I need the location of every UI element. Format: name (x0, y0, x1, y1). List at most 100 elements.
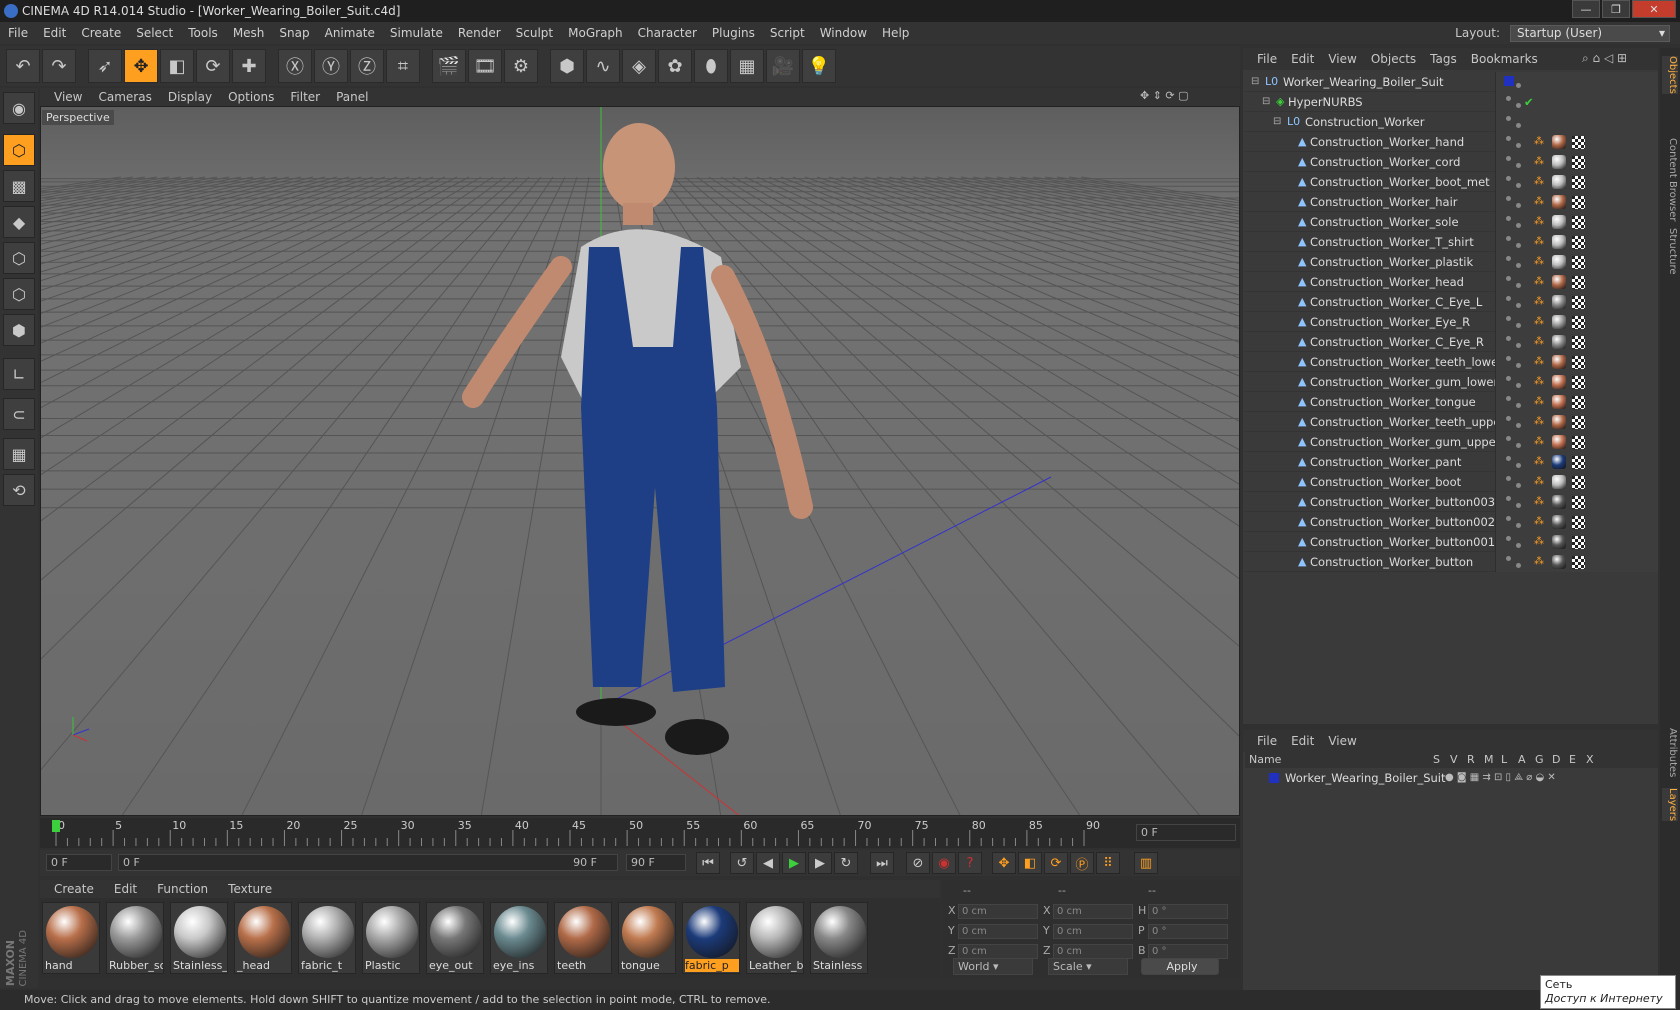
menu-mograph[interactable]: MoGraph (568, 26, 623, 40)
end-frame-field[interactable]: 90 F (626, 854, 686, 871)
material-tag-icon[interactable] (1552, 435, 1566, 449)
render-visibility-icon[interactable] (1516, 223, 1521, 228)
layer-col-l[interactable]: L (1501, 752, 1507, 768)
viewport-perspective[interactable] (40, 106, 1240, 816)
object-row[interactable]: ▲ Construction_Worker_boot_met ⁂ (1245, 172, 1658, 192)
render-visibility-icon[interactable] (1516, 183, 1521, 188)
phong-tag-icon[interactable]: ⁂ (1534, 412, 1544, 432)
editor-visibility-icon[interactable] (1506, 396, 1511, 401)
viewport-menu-view[interactable]: View (54, 90, 82, 104)
material-swatch[interactable]: Stainless (810, 902, 868, 974)
next-frame-button[interactable]: ▶ (808, 852, 832, 874)
menu-sculpt[interactable]: Sculpt (516, 26, 553, 40)
next-key-button[interactable]: ↻ (834, 852, 858, 874)
phong-tag-icon[interactable]: ⁂ (1534, 452, 1544, 472)
phong-tag-icon[interactable]: ⁂ (1534, 472, 1544, 492)
layer-menu-file[interactable]: File (1257, 734, 1277, 748)
side-tab-content-browser[interactable]: Content Browser (1662, 138, 1678, 221)
keyframe-selection-button[interactable]: ? (958, 852, 982, 874)
render-visibility-icon[interactable] (1516, 543, 1521, 548)
material-swatch[interactable]: eye_ins (490, 902, 548, 974)
render-visibility-icon[interactable] (1516, 523, 1521, 528)
range-slider[interactable]: 0 F 90 F (118, 854, 618, 871)
object-row[interactable]: ▲ Construction_Worker_button002 ⁂ (1245, 512, 1658, 532)
render-visibility-icon[interactable] (1516, 303, 1521, 308)
object-row[interactable]: ▲ Construction_Worker_hair ⁂ (1245, 192, 1658, 212)
material-tag-icon[interactable] (1552, 455, 1566, 469)
material-tag-icon[interactable] (1552, 475, 1566, 489)
object-row[interactable]: ⊟ L0 Construction_Worker (1245, 112, 1658, 132)
texture-tag-icon[interactable] (1572, 556, 1585, 569)
polygons-mode-button[interactable]: ⬢ (3, 314, 35, 346)
viewport-menu-options[interactable]: Options (228, 90, 274, 104)
timeline-window-button[interactable]: ▥ (1134, 852, 1158, 874)
texture-tag-icon[interactable] (1572, 536, 1585, 549)
phong-tag-icon[interactable]: ⁂ (1534, 312, 1544, 332)
apply-button[interactable]: Apply (1141, 958, 1219, 975)
menu-animate[interactable]: Animate (325, 26, 375, 40)
texture-tag-icon[interactable] (1572, 496, 1585, 509)
layer-flag-icons[interactable]: ● ◙ ▦ ⇉ ⊡ ▯ ⟁ ⌀ ◒ ✕ (1445, 769, 1556, 787)
object-row[interactable]: ▲ Construction_Worker_button001 ⁂ (1245, 532, 1658, 552)
record-rotation-button[interactable]: ⟳ (1044, 852, 1068, 874)
layer-col-r[interactable]: R (1467, 752, 1475, 768)
expand-toggle-icon[interactable]: ⊟ (1273, 112, 1281, 132)
workplane-lock-button[interactable]: ▦ (3, 438, 35, 470)
texture-tag-icon[interactable] (1572, 456, 1585, 469)
layer-row[interactable]: Worker_Wearing_Boiler_Suit ● ◙ ▦ ⇉ ⊡ ▯ ⟁… (1245, 769, 1658, 787)
object-menu-edit[interactable]: Edit (1291, 52, 1314, 66)
z-axis-lock-button[interactable]: Ⓩ (350, 49, 384, 83)
previous-key-button[interactable]: ↺ (730, 852, 754, 874)
texture-tag-icon[interactable] (1572, 516, 1585, 529)
coord-value-field[interactable]: 0 ° (1148, 904, 1228, 919)
editor-visibility-icon[interactable] (1506, 216, 1511, 221)
menu-create[interactable]: Create (81, 26, 121, 40)
render-view-button[interactable]: 🎬 (432, 49, 466, 83)
editor-visibility-icon[interactable] (1506, 96, 1511, 101)
menu-help[interactable]: Help (882, 26, 909, 40)
object-row[interactable]: ⊟ ◈ HyperNURBS ✔ (1245, 92, 1658, 112)
layer-col-m[interactable]: M (1484, 752, 1494, 768)
render-visibility-icon[interactable] (1516, 463, 1521, 468)
check-icon[interactable]: ✔ (1524, 92, 1534, 112)
cube-object-button[interactable]: ⬢ (550, 49, 584, 83)
render-visibility-icon[interactable] (1516, 503, 1521, 508)
object-row[interactable]: ⊟ L0 Worker_Wearing_Boiler_Suit (1245, 72, 1658, 92)
texture-tag-icon[interactable] (1572, 336, 1585, 349)
object-row[interactable]: ▲ Construction_Worker_hand ⁂ (1245, 132, 1658, 152)
render-visibility-icon[interactable] (1516, 343, 1521, 348)
menu-edit[interactable]: Edit (43, 26, 66, 40)
material-tag-icon[interactable] (1552, 255, 1566, 269)
record-parameter-button[interactable]: Ⓟ (1070, 852, 1094, 874)
model-mode-button[interactable]: ⬡ (3, 134, 35, 166)
menu-file[interactable]: File (8, 26, 28, 40)
object-row[interactable]: ▲ Construction_Worker_cord ⁂ (1245, 152, 1658, 172)
timeline-ruler[interactable]: 0 5 10 15 20 25 30 35 40 45 50 55 60 65 70 75 80 85 90 0 F (40, 818, 1240, 848)
layer-col-s[interactable]: S (1433, 752, 1440, 768)
layer-menu-edit[interactable]: Edit (1291, 734, 1314, 748)
render-visibility-icon[interactable] (1516, 483, 1521, 488)
floor-button[interactable]: ▦ (730, 49, 764, 83)
render-visibility-icon[interactable] (1516, 323, 1521, 328)
object-row[interactable]: ▲ Construction_Worker_button ⁂ (1245, 552, 1658, 572)
coord-value-field[interactable]: 0 cm (958, 924, 1038, 939)
material-tag-icon[interactable] (1552, 415, 1566, 429)
material-tag-icon[interactable] (1552, 495, 1566, 509)
layer-col-e[interactable]: E (1569, 752, 1576, 768)
texture-tag-icon[interactable] (1572, 216, 1585, 229)
phong-tag-icon[interactable]: ⁂ (1534, 532, 1544, 552)
last-tool-button[interactable]: ✚ (232, 49, 266, 83)
points-mode-button[interactable]: ⬡ (3, 242, 35, 274)
layer-col-g[interactable]: G (1535, 752, 1544, 768)
go-to-start-button[interactable]: ⏮ (696, 852, 720, 874)
material-swatch[interactable]: Leather_bt (746, 902, 804, 974)
phong-tag-icon[interactable]: ⁂ (1534, 212, 1544, 232)
record-scale-button[interactable]: ◧ (1018, 852, 1042, 874)
viewport-menu-cameras[interactable]: Cameras (98, 90, 151, 104)
coordinate-system-button[interactable]: ⌗ (386, 49, 420, 83)
layer-col-name[interactable]: Name (1249, 752, 1281, 768)
editor-visibility-icon[interactable] (1506, 256, 1511, 261)
editor-visibility-icon[interactable] (1506, 236, 1511, 241)
material-menu-create[interactable]: Create (54, 882, 94, 896)
material-menu-function[interactable]: Function (157, 882, 208, 896)
